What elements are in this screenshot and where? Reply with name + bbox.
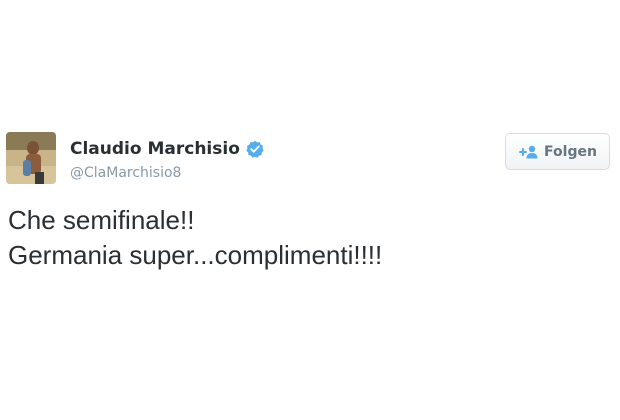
tweet-text: Che semifinale!! Germania super...compli… xyxy=(8,203,608,273)
user-name[interactable]: Claudio Marchisio xyxy=(70,139,264,159)
avatar-photo xyxy=(6,132,56,184)
user-name-text: Claudio Marchisio xyxy=(70,139,240,159)
tweet-card: Claudio Marchisio @ClaMarchisio8 Folgen … xyxy=(0,0,620,420)
follow-button-label: Folgen xyxy=(544,143,597,160)
avatar[interactable] xyxy=(6,132,56,184)
tweet-text-line: Che semifinale!! xyxy=(8,205,195,235)
tweet-text-line: Germania super...complimenti!!!! xyxy=(8,240,383,270)
verified-badge-icon xyxy=(246,140,264,158)
follow-button[interactable]: Folgen xyxy=(505,133,610,170)
follow-user-icon xyxy=(518,145,538,159)
user-handle[interactable]: @ClaMarchisio8 xyxy=(70,165,181,181)
